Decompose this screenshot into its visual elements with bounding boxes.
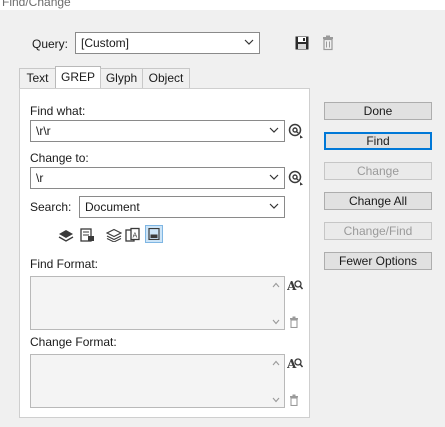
- include-footnotes-toggle[interactable]: [145, 225, 163, 243]
- change-to-field[interactable]: \r: [30, 167, 285, 189]
- tab-object-label: Object: [148, 71, 184, 85]
- tab-object[interactable]: Object: [142, 68, 190, 88]
- tab-text-label: Text: [26, 71, 49, 85]
- query-label: Query:: [32, 37, 68, 51]
- query-value: [Custom]: [81, 36, 130, 50]
- change-find-button[interactable]: Change/Find: [324, 222, 432, 240]
- chevron-down-icon: [269, 203, 279, 209]
- include-locked-layers-icon[interactable]: [58, 228, 74, 242]
- search-value: Document: [85, 200, 140, 214]
- tab-glyph-label: Glyph: [105, 71, 138, 85]
- search-select[interactable]: Document: [79, 196, 285, 218]
- window-title: Find/Change: [2, 0, 71, 9]
- change-to-value: \r: [36, 171, 44, 185]
- clear-change-format-icon[interactable]: [289, 394, 299, 406]
- done-button[interactable]: Done: [324, 102, 432, 120]
- scroll-down-icon[interactable]: [272, 319, 280, 325]
- tab-grep-label: GREP: [60, 70, 95, 84]
- special-characters-change-icon[interactable]: [288, 169, 304, 187]
- change-format-box[interactable]: [30, 354, 285, 408]
- chevron-down-icon: [244, 39, 254, 45]
- find-format-label: Find Format:: [30, 257, 99, 271]
- specify-find-format-icon[interactable]: A: [287, 278, 303, 292]
- scroll-up-icon[interactable]: [272, 282, 280, 288]
- clear-find-format-icon[interactable]: [289, 316, 299, 328]
- save-query-icon[interactable]: [294, 35, 310, 51]
- query-select[interactable]: [Custom]: [75, 32, 260, 54]
- delete-query-icon[interactable]: [321, 35, 335, 51]
- find-button[interactable]: Find: [324, 132, 432, 150]
- tab-grep[interactable]: GREP: [55, 66, 101, 89]
- scroll-down-icon[interactable]: [272, 397, 280, 403]
- scroll-up-icon[interactable]: [272, 360, 280, 366]
- change-format-label: Change Format:: [30, 335, 117, 349]
- find-what-label: Find what:: [30, 104, 86, 118]
- tab-glyph[interactable]: Glyph: [100, 68, 143, 88]
- special-characters-find-icon[interactable]: [288, 122, 304, 140]
- change-to-label: Change to:: [30, 151, 89, 165]
- find-format-box[interactable]: [30, 276, 285, 330]
- find-what-field[interactable]: \r\r: [30, 120, 285, 142]
- include-locked-stories-icon[interactable]: [80, 227, 95, 243]
- svg-text:A: A: [133, 232, 138, 240]
- fewer-options-button[interactable]: Fewer Options: [324, 252, 432, 270]
- tab-text[interactable]: Text: [19, 68, 56, 88]
- footnotes-icon: [148, 228, 160, 240]
- chevron-down-icon: [269, 127, 279, 133]
- specify-change-format-icon[interactable]: A: [287, 356, 303, 370]
- include-hidden-layers-icon[interactable]: [106, 228, 122, 242]
- chevron-down-icon: [269, 174, 279, 180]
- include-master-pages-icon[interactable]: A: [125, 227, 141, 243]
- change-button[interactable]: Change: [324, 162, 432, 180]
- find-what-value: \r\r: [36, 124, 51, 138]
- change-all-button[interactable]: Change All: [324, 192, 432, 210]
- search-label: Search:: [30, 200, 72, 214]
- query-label-text: Query:: [32, 37, 69, 51]
